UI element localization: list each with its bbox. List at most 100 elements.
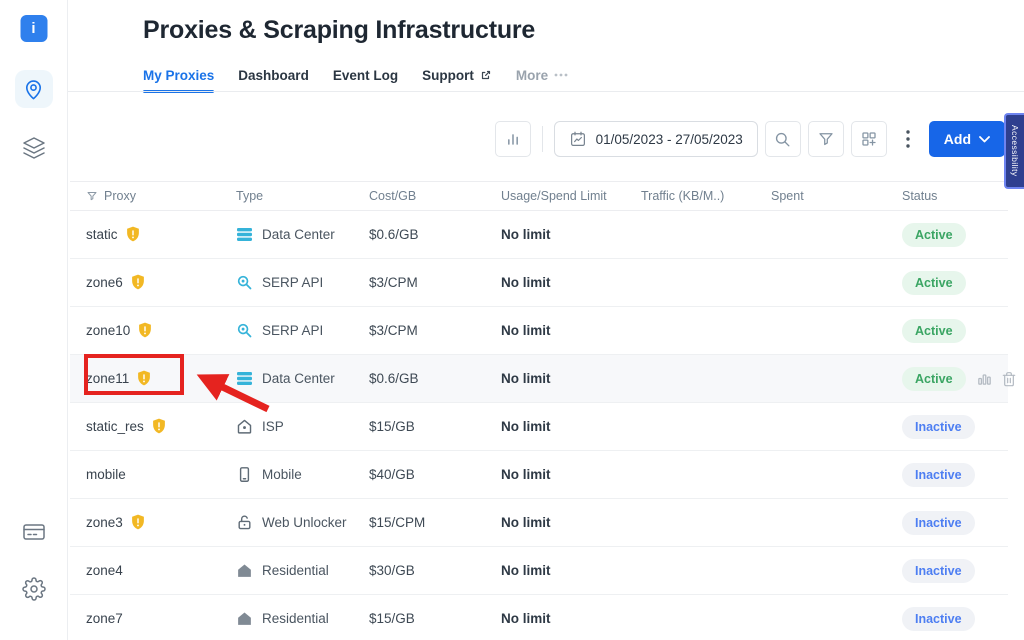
tab-support[interactable]: Support (422, 68, 492, 91)
proxy-type-label: SERP API (262, 323, 323, 338)
proxy-name-cell[interactable]: zone7 (86, 611, 236, 626)
proxy-name: mobile (86, 467, 126, 482)
usage-limit-cell: No limit (501, 515, 641, 530)
table-row[interactable]: zone4Residential$30/GBNo limitInactive (70, 547, 1008, 595)
cost-cell: $30/GB (369, 563, 501, 578)
search-button[interactable] (765, 121, 801, 157)
proxy-type-cell: Web Unlocker (236, 514, 369, 531)
proxy-type-cell: Data Center (236, 371, 369, 386)
cost-cell: $15/CPM (369, 515, 501, 530)
proxy-type-cell: ISP (236, 418, 369, 435)
location-pin-icon (22, 78, 45, 101)
layers-icon (22, 136, 46, 160)
status-badge: Inactive (902, 511, 975, 535)
proxy-name-cell[interactable]: zone10 (86, 322, 236, 339)
tabs-divider (68, 91, 1024, 92)
proxy-name-cell[interactable]: mobile (86, 467, 236, 482)
warning-shield-icon (125, 226, 141, 243)
proxy-type-cell: Residential (236, 610, 369, 627)
bar-chart-icon[interactable] (976, 370, 993, 387)
kebab-menu-icon (906, 130, 910, 148)
table-row[interactable]: zone7Residential$15/GBNo limitInactive (70, 595, 1008, 640)
usage-limit-cell: No limit (501, 419, 641, 434)
table-row[interactable]: mobileMobile$40/GBNo limitInactive (70, 451, 1008, 499)
sidebar-item-info[interactable]: i (20, 15, 47, 42)
add-button[interactable]: Add (929, 121, 1005, 157)
cost-cell: $15/GB (369, 419, 501, 434)
proxy-name: zone6 (86, 275, 123, 290)
cost-cell: $15/GB (369, 611, 501, 626)
sidebar-item-products[interactable] (22, 136, 46, 160)
accessibility-tab[interactable]: Accessibility (1004, 113, 1024, 189)
proxy-type-cell: SERP API (236, 322, 369, 339)
calendar-icon (569, 130, 587, 148)
column-header-usage[interactable]: Usage/Spend Limit (501, 189, 641, 203)
chevron-down-icon (979, 136, 990, 143)
proxy-name-cell[interactable]: zone4 (86, 563, 236, 578)
proxy-type-label: Residential (262, 611, 329, 626)
serp-icon (236, 274, 253, 291)
cost-cell: $40/GB (369, 467, 501, 482)
tab-my-proxies[interactable]: My Proxies (143, 68, 214, 91)
proxy-name-cell[interactable]: zone6 (86, 274, 236, 291)
sidebar: i (0, 0, 68, 640)
cost-cell: $0.6/GB (369, 227, 501, 242)
ellipsis-icon (554, 73, 568, 77)
sidebar-item-proxies[interactable] (15, 70, 53, 108)
proxy-name-cell[interactable]: static (86, 226, 236, 243)
table-row[interactable]: zone10SERP API$3/CPMNo limitActive (70, 307, 1008, 355)
gear-icon (22, 577, 46, 601)
column-header-spent[interactable]: Spent (771, 189, 890, 203)
table-row[interactable]: staticData Center$0.6/GBNo limitActive (70, 211, 1008, 259)
status-cell: Inactive (890, 607, 1008, 631)
warning-shield-icon (137, 322, 153, 339)
usage-limit-cell: No limit (501, 227, 641, 242)
trash-icon[interactable] (1001, 371, 1017, 387)
cost-cell: $3/CPM (369, 275, 501, 290)
tab-more[interactable]: More (516, 68, 568, 91)
tab-dashboard[interactable]: Dashboard (238, 68, 309, 91)
proxies-table: Proxy Type Cost/GB Usage/Spend Limit Tra… (70, 181, 1008, 640)
filter-small-icon (86, 190, 98, 202)
status-badge: Inactive (902, 559, 975, 583)
credit-card-icon (22, 520, 46, 544)
status-badge: Active (902, 367, 966, 391)
column-header-status[interactable]: Status (890, 189, 1008, 203)
column-header-proxy[interactable]: Proxy (86, 189, 236, 203)
filter-button[interactable] (808, 121, 844, 157)
table-row[interactable]: zone3Web Unlocker$15/CPMNo limit Inactive (70, 499, 1008, 547)
page-title: Proxies & Scraping Infrastructure (143, 16, 535, 45)
proxy-name: static (86, 227, 118, 242)
column-chart-button[interactable] (495, 121, 531, 157)
status-cell: Active (890, 319, 1008, 343)
table-row[interactable]: static_resISP$15/GBNo limitInactive (70, 403, 1008, 451)
table-row[interactable]: zone6SERP API$3/CPMNo limitActive (70, 259, 1008, 307)
info-icon: i (20, 15, 47, 42)
proxy-name-cell[interactable]: zone11 (86, 370, 236, 387)
proxy-name-cell[interactable]: zone3 (86, 514, 236, 531)
tab-event-log[interactable]: Event Log (333, 68, 398, 91)
proxy-type-label: Residential (262, 563, 329, 578)
cost-cell: $0.6/GB (369, 371, 501, 386)
grid-add-button[interactable] (851, 121, 887, 157)
kebab-menu-button[interactable] (894, 121, 922, 157)
sidebar-item-settings[interactable] (22, 577, 46, 601)
column-header-type[interactable]: Type (236, 189, 369, 203)
usage-limit-cell: No limit (501, 371, 641, 386)
main-content: Proxies & Scraping Infrastructure My Pro… (68, 0, 1024, 640)
table-row[interactable]: zone11Data Center$0.6/GBNo limit Active (70, 355, 1008, 403)
status-cell: Active (890, 367, 1017, 391)
serp-icon (236, 322, 253, 339)
residential-icon (236, 610, 253, 627)
status-cell: Active (890, 271, 1008, 295)
filter-icon (817, 130, 835, 148)
proxy-name-cell[interactable]: static_res (86, 418, 236, 435)
grid-add-icon (860, 130, 878, 148)
warning-shield-icon (136, 370, 152, 387)
status-badge: Active (902, 223, 966, 247)
column-header-cost[interactable]: Cost/GB (369, 189, 501, 203)
status-cell: Inactive (890, 463, 1008, 487)
column-header-traffic[interactable]: Traffic (KB/M..) (641, 189, 771, 203)
date-range-picker[interactable]: 01/05/2023 - 27/05/2023 (554, 121, 758, 157)
sidebar-item-billing[interactable] (22, 520, 46, 544)
